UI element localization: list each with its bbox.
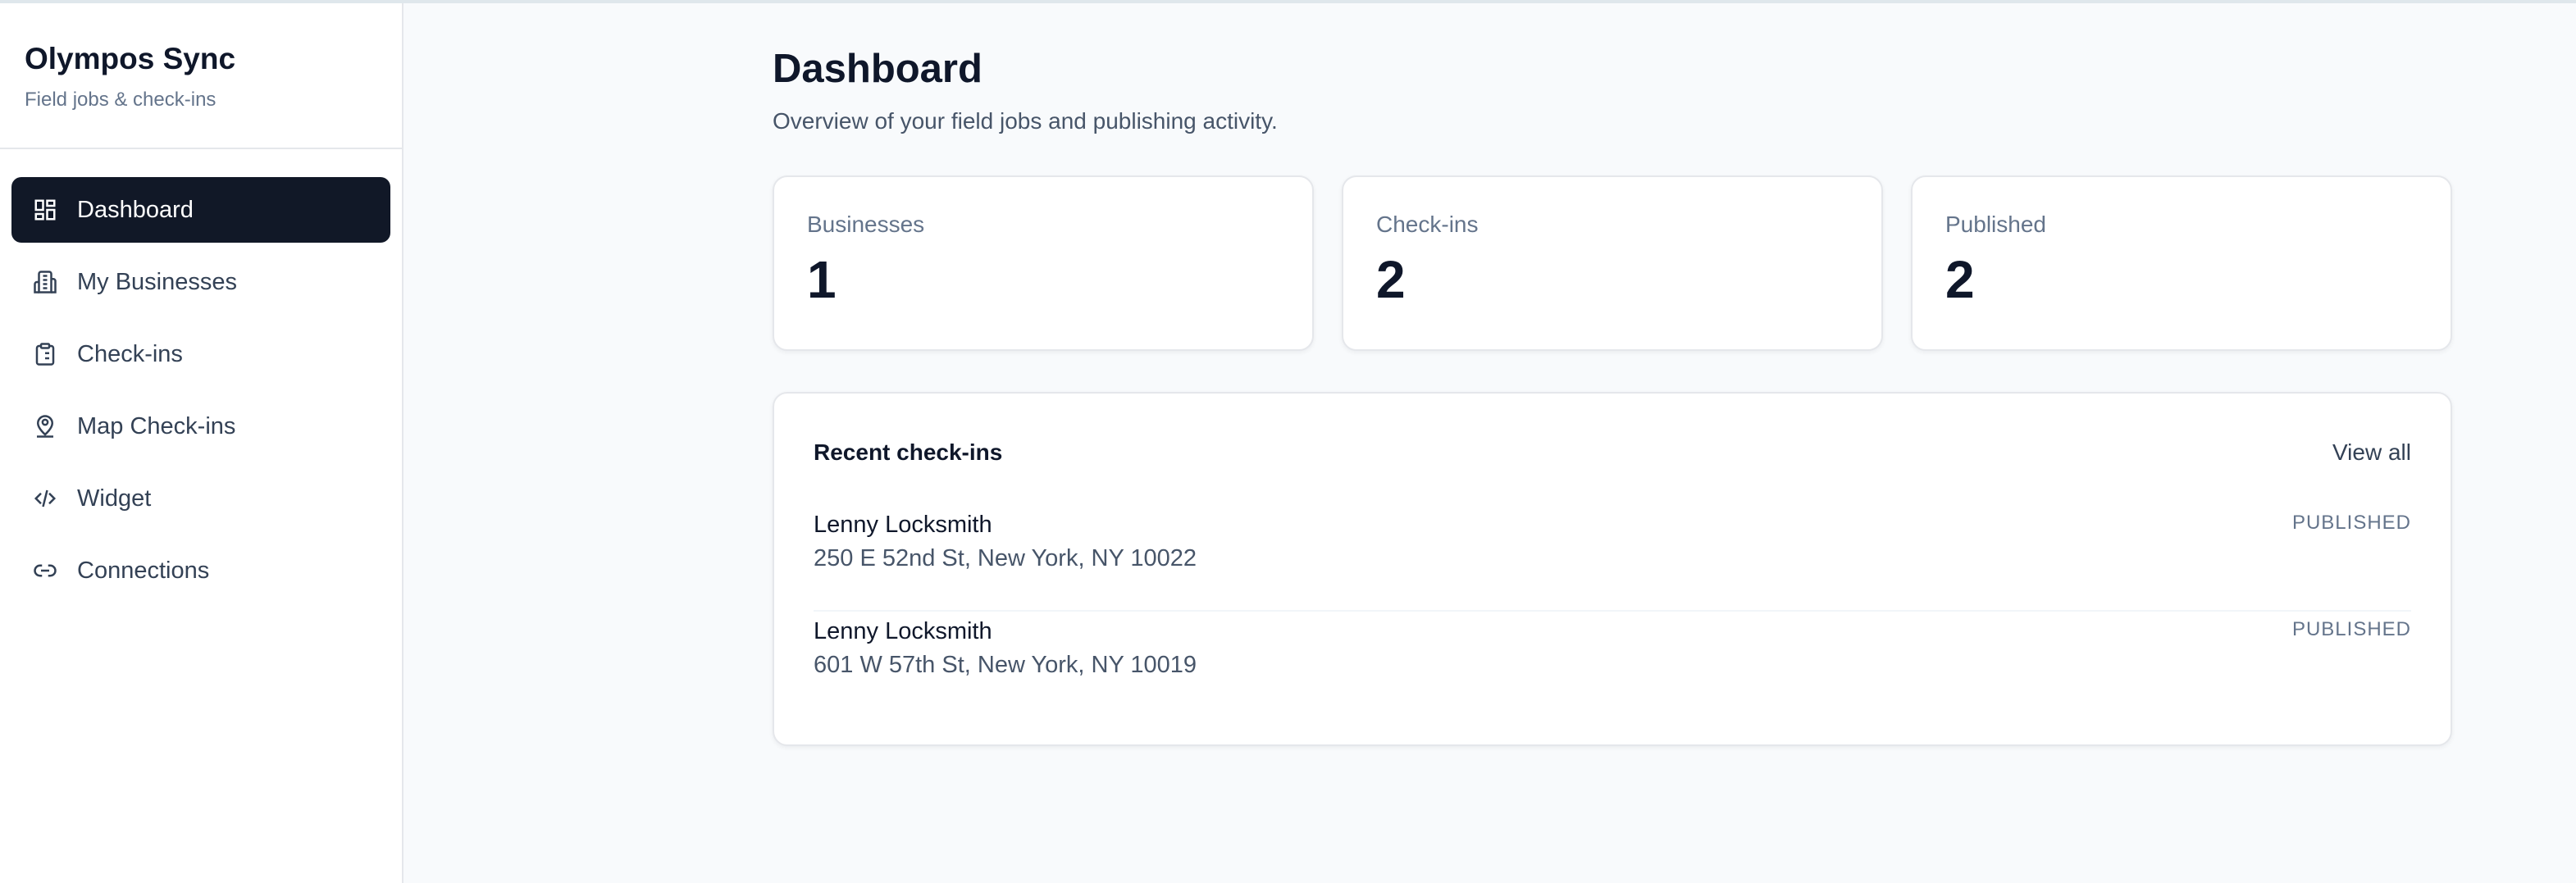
check-in-business-name: Lenny Locksmith	[814, 618, 992, 644]
list-item[interactable]: Lenny Locksmith 250 E 52nd St, New York,…	[814, 505, 2411, 612]
sidebar: Olympos Sync Field jobs & check-ins Dash…	[0, 3, 403, 883]
stat-card-businesses: Businesses 1	[773, 175, 1314, 351]
stat-label: Published	[1945, 212, 2046, 237]
recent-check-ins-header: Recent check-ins View all	[814, 394, 2411, 505]
stat-value: 2	[1945, 250, 1975, 309]
code-icon	[33, 486, 57, 511]
sidebar-item-my-businesses[interactable]: My Businesses	[11, 249, 390, 315]
sidebar-item-label: My Businesses	[77, 268, 238, 295]
sidebar-item-label: Connections	[77, 557, 210, 584]
sidebar-item-check-ins[interactable]: Check-ins	[11, 321, 390, 387]
page-subtitle: Overview of your field jobs and publishi…	[773, 108, 1278, 134]
sidebar-item-dashboard[interactable]: Dashboard	[11, 177, 390, 243]
check-in-address: 250 E 52nd St, New York, NY 10022	[814, 545, 1197, 571]
dashboard-icon	[33, 198, 57, 222]
list-item[interactable]: Lenny Locksmith 601 W 57th St, New York,…	[814, 612, 2411, 718]
sidebar-nav: Dashboard My Businesses Check-ins Map Ch…	[0, 149, 402, 603]
sidebar-item-label: Map Check-ins	[77, 412, 236, 439]
brand: Olympos Sync Field jobs & check-ins	[0, 3, 402, 149]
status-badge: PUBLISHED	[2291, 618, 2411, 640]
clipboard-icon	[33, 342, 57, 366]
check-in-address: 601 W 57th St, New York, NY 10019	[814, 652, 1197, 678]
brand-subtitle: Field jobs & check-ins	[25, 89, 217, 112]
sidebar-item-label: Widget	[77, 485, 152, 512]
brand-title: Olympos Sync	[25, 42, 236, 75]
stat-label: Check-ins	[1376, 212, 1479, 237]
sidebar-item-widget[interactable]: Widget	[11, 466, 390, 531]
stat-card-published: Published 2	[1911, 175, 2452, 351]
stat-card-check-ins: Check-ins 2	[1342, 175, 1883, 351]
stat-value: 1	[807, 250, 837, 309]
stat-value: 2	[1376, 250, 1406, 309]
sidebar-item-map-check-ins[interactable]: Map Check-ins	[11, 394, 390, 459]
page-title: Dashboard	[773, 47, 983, 91]
sidebar-item-connections[interactable]: Connections	[11, 538, 390, 603]
map-pin-user-icon	[33, 414, 57, 439]
sidebar-item-label: Dashboard	[77, 196, 194, 223]
view-all-link[interactable]: View all	[2332, 439, 2411, 466]
stats-row: Businesses 1 Check-ins 2 Published 2	[773, 175, 2452, 351]
building-icon	[33, 270, 57, 294]
recent-check-ins-card: Recent check-ins View all Lenny Locksmit…	[773, 392, 2452, 746]
sidebar-item-label: Check-ins	[77, 340, 183, 367]
recent-check-ins-title: Recent check-ins	[814, 439, 1003, 465]
check-in-business-name: Lenny Locksmith	[814, 512, 992, 538]
status-badge: PUBLISHED	[2291, 512, 2411, 534]
link-icon	[33, 558, 57, 583]
app-window: Olympos Sync Field jobs & check-ins Dash…	[0, 0, 2576, 883]
stat-label: Businesses	[807, 212, 925, 237]
